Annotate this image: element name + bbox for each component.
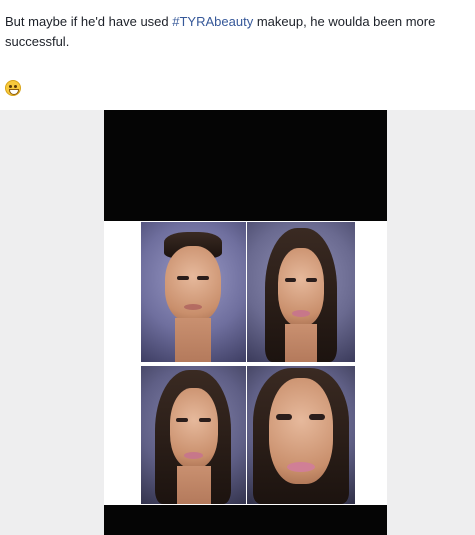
eye-left [177, 276, 189, 280]
post-text-start: But maybe if he'd have used [5, 14, 173, 29]
eye-right [199, 418, 211, 422]
post-text: But maybe if he'd have used #TYRAbeauty … [5, 12, 470, 52]
photo-panel-wig-3 [247, 366, 355, 504]
photo-top-black-bar [104, 110, 387, 221]
eye-right [306, 278, 317, 282]
lips [184, 452, 203, 459]
lips [184, 304, 202, 310]
hashtag-link[interactable]: #TYRAbeauty [172, 14, 253, 29]
grinning-emoji-icon [5, 80, 21, 96]
emoji-left-eye [9, 85, 12, 88]
neck [177, 466, 211, 504]
neck [285, 324, 317, 362]
photo-panel-wig-2 [141, 366, 246, 504]
emoji-right-eye [14, 85, 17, 88]
photo-panel-before [141, 222, 246, 362]
photo-bottom-black-bar [104, 505, 387, 535]
eye-left [276, 414, 292, 420]
lips [292, 310, 310, 317]
post-photo[interactable] [104, 110, 387, 535]
neck [175, 318, 211, 362]
emoji-mouth [9, 89, 19, 95]
eye-left [285, 278, 296, 282]
eye-left [176, 418, 188, 422]
photo-panel-wig-1 [247, 222, 355, 362]
media-area [0, 110, 475, 535]
lips [287, 462, 315, 472]
eye-right [197, 276, 209, 280]
face-skin [165, 246, 221, 322]
eye-right [309, 414, 325, 420]
